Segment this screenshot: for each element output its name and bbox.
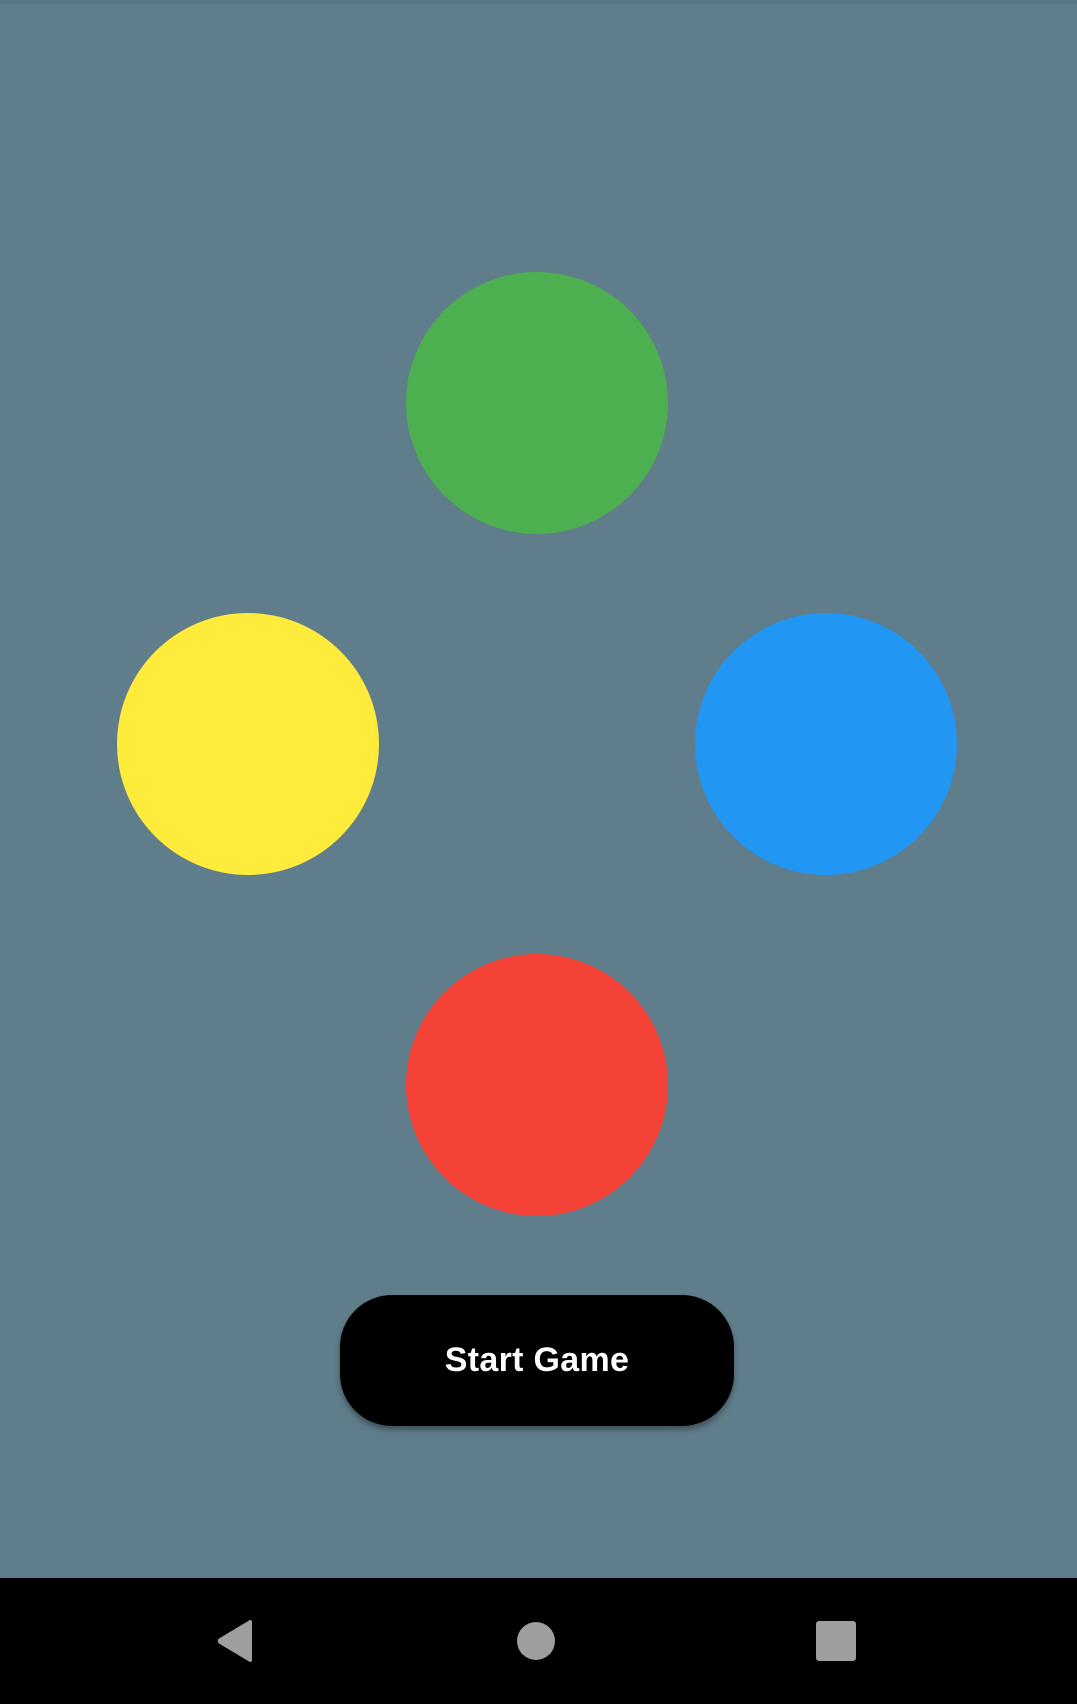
circle-home-icon	[517, 1622, 555, 1660]
start-game-label: Start Game	[444, 1341, 630, 1379]
nav-recents-button[interactable]	[776, 1578, 896, 1704]
nav-home-button[interactable]	[476, 1578, 596, 1704]
triangle-back-icon	[217, 1620, 252, 1662]
red-pad[interactable]	[406, 954, 668, 1216]
system-navigation-bar	[0, 1578, 1077, 1704]
blue-pad[interactable]	[695, 613, 957, 875]
yellow-pad[interactable]	[117, 613, 379, 875]
start-game-button[interactable]: Start Game	[340, 1295, 734, 1426]
square-recents-icon	[816, 1621, 856, 1661]
nav-back-button[interactable]	[176, 1578, 296, 1704]
green-pad[interactable]	[406, 272, 668, 534]
game-board: Start Game	[0, 0, 1077, 1578]
